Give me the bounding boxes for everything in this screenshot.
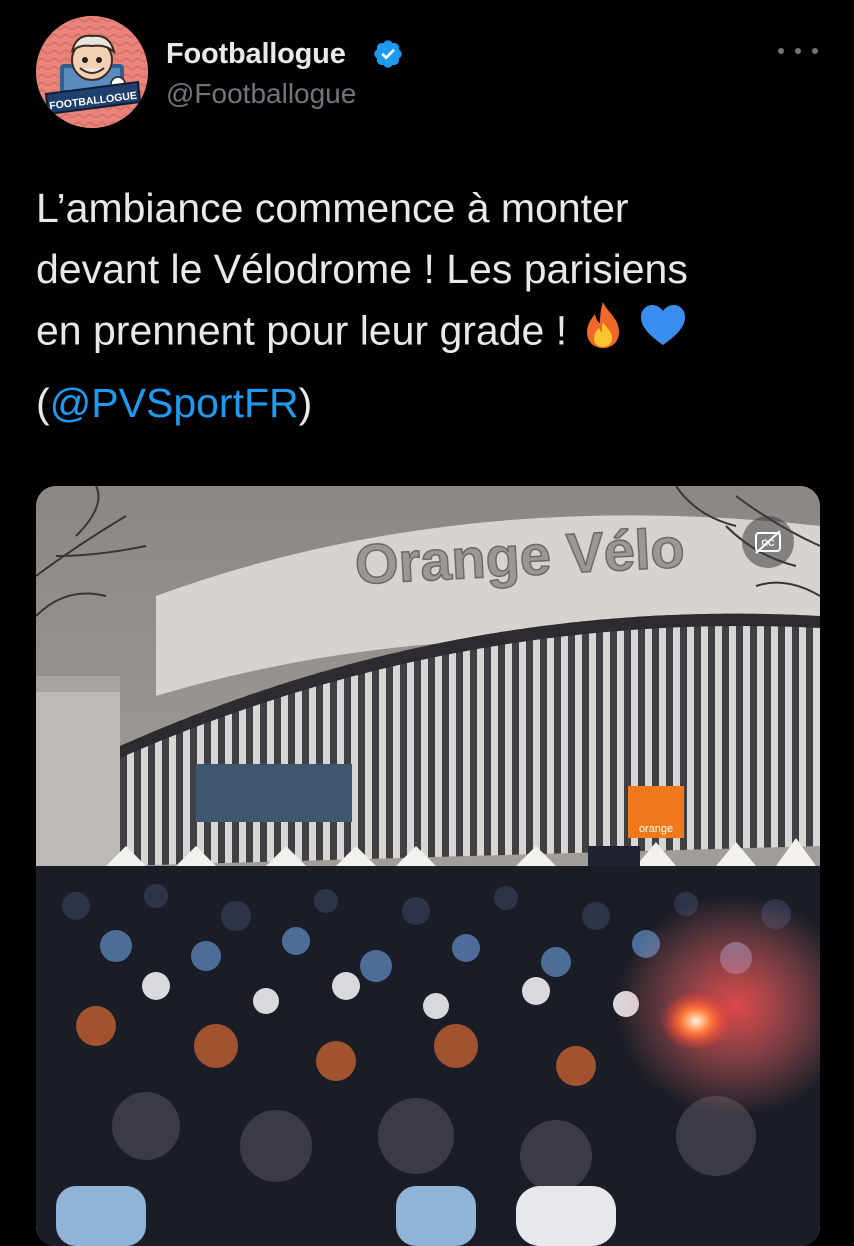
tweet-text-line-2: devant le Vélodrome ! Les parisiens — [36, 246, 688, 292]
paren-close: ) — [298, 380, 313, 426]
tweet-text-line-3: en prennent pour leur grade ! — [36, 307, 568, 354]
video-frame-stadium: Orange Vélo orange — [36, 486, 820, 1246]
display-name[interactable]: Footballogue — [166, 38, 346, 71]
tweet[interactable]: FOOTBALLOGUE Footballogue @Footballogue … — [0, 0, 854, 1246]
avatar-illustration: FOOTBALLOGUE — [36, 16, 148, 128]
blue-heart-emoji-icon — [639, 303, 687, 364]
mention-link[interactable]: @PVSportFR — [50, 380, 299, 426]
paren-open: ( — [36, 380, 50, 426]
fire-emoji-icon — [581, 300, 625, 367]
avatar[interactable]: FOOTBALLOGUE — [36, 16, 148, 128]
tweet-text: L’ambiance commence à monter devant le V… — [36, 178, 826, 434]
tweet-text-line-3-wrap: en prennent pour leur grade ! — [36, 300, 826, 367]
tweet-text-line-1: L’ambiance commence à monter — [36, 185, 629, 231]
more-horizontal-icon[interactable] — [778, 36, 818, 66]
user-handle[interactable]: @Footballogue — [166, 78, 356, 110]
tweet-text-line-4: (@PVSportFR) — [36, 373, 826, 434]
closed-captions-icon[interactable]: CC — [742, 516, 794, 568]
tweet-video[interactable]: Orange Vélo orange — [36, 486, 820, 1246]
verified-badge-icon — [372, 38, 404, 70]
orange-logo-text: orange — [639, 823, 673, 835]
